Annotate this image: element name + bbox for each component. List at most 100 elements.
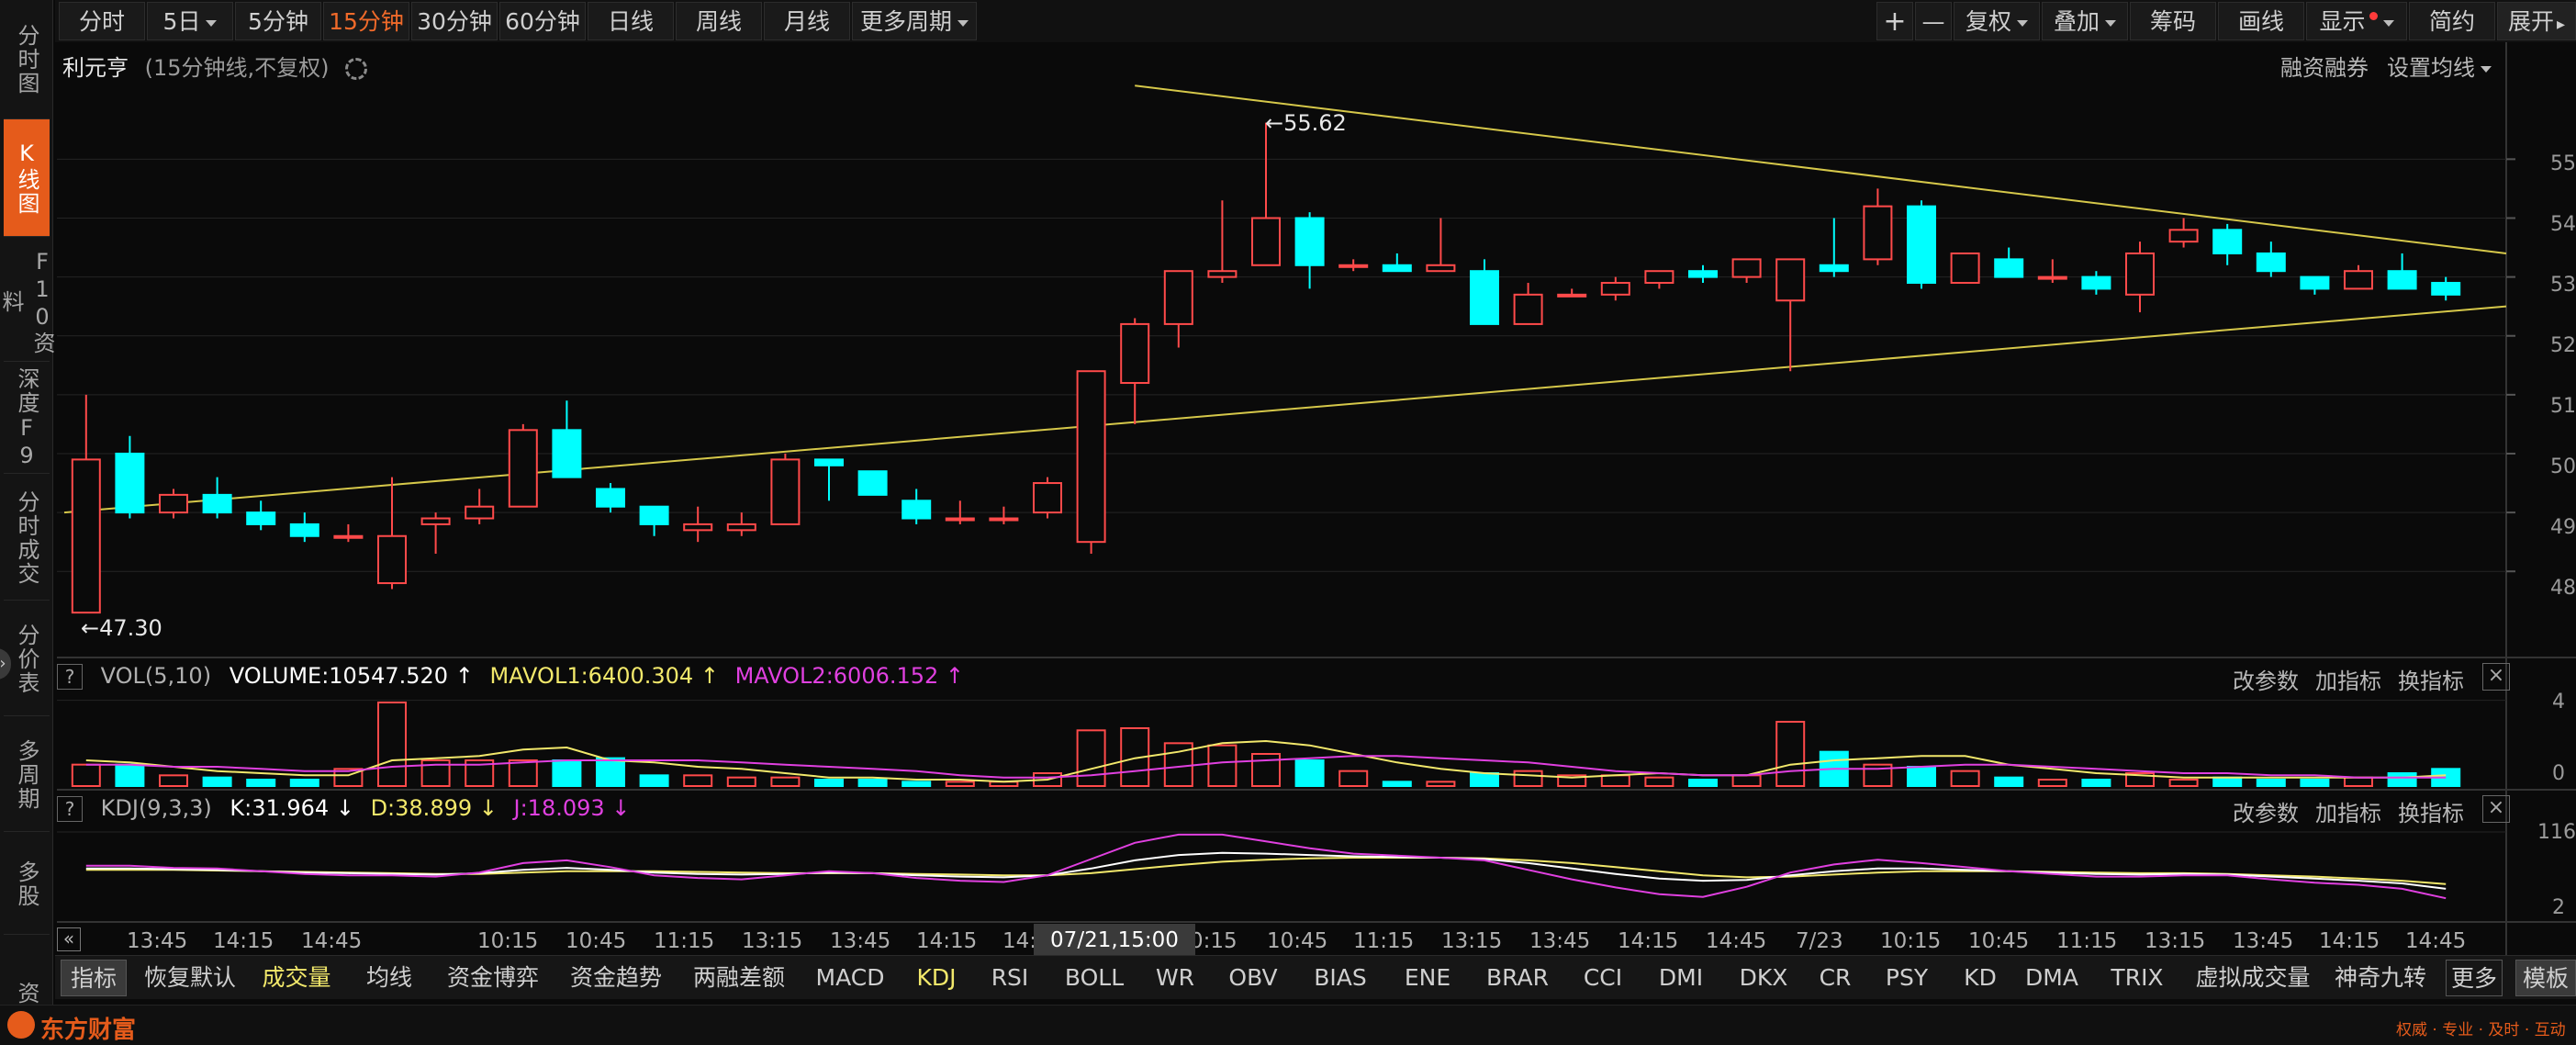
ind-magic-nine[interactable]: 神奇九转 — [2330, 960, 2431, 996]
ind-ene[interactable]: ENE — [1395, 960, 1460, 996]
time-label: 14:15 — [1618, 929, 1679, 953]
ind-psy[interactable]: PSY — [1875, 960, 1939, 996]
time-label: 7/23 — [1796, 929, 1843, 953]
volume-bar — [596, 757, 625, 788]
volume-axis-top: 4 — [2552, 691, 2565, 714]
ind-kd[interactable]: KD — [1957, 960, 2003, 996]
volume-add-indicator[interactable]: 加指标 — [2315, 663, 2381, 695]
candle-body — [2081, 275, 2111, 290]
mavol1-value: MAVOL1:6400.304 — [489, 663, 694, 689]
ind-cci[interactable]: CCI — [1575, 960, 1630, 996]
price-label-54: 54 — [2550, 213, 2576, 236]
kdj-change-params[interactable]: 改参数 — [2233, 795, 2299, 827]
ind-rsi[interactable]: RSI — [982, 960, 1037, 996]
volume-indicator-name: VOL(5,10) — [100, 663, 212, 689]
volume-bar — [289, 779, 319, 787]
ind-fund-game[interactable]: 资金博弈 — [442, 960, 543, 996]
app-window: 分时图 K线图 F10资料 深度F9 分时成交 分价表 多周期 多股 资 › 分… — [0, 0, 2576, 1045]
volume-change-params[interactable]: 改参数 — [2233, 663, 2299, 695]
candle-body — [2037, 275, 2067, 280]
candle-body — [465, 505, 495, 520]
volume-close-icon[interactable]: × — [2482, 663, 2510, 691]
candle-body — [333, 534, 364, 539]
volume-bar — [1207, 744, 1238, 788]
volume-bar — [2212, 776, 2243, 788]
candle-body — [2431, 282, 2461, 296]
ind-macd[interactable]: MACD — [813, 960, 887, 996]
volume-bar — [902, 781, 932, 787]
ind-indicator[interactable]: 指标 — [61, 960, 127, 996]
ind-trix[interactable]: TRIX — [2100, 960, 2174, 996]
volume-bar — [552, 759, 582, 787]
ind-restore-default[interactable]: 恢复默认 — [140, 960, 241, 996]
candle-body — [508, 429, 538, 508]
candle-body — [1207, 270, 1238, 278]
time-label: 13:45 — [127, 929, 188, 953]
candle-body — [202, 493, 232, 514]
ind-kdj[interactable]: KDJ — [909, 960, 964, 996]
volume-bar — [2300, 779, 2330, 787]
ind-cr[interactable]: CR — [1812, 960, 1858, 996]
volume-bar — [1338, 770, 1369, 788]
arrow-up-icon: ↑ — [448, 663, 474, 689]
price-label-51: 51 — [2550, 395, 2576, 418]
ind-volume[interactable]: 成交量 — [259, 960, 334, 996]
kdj-swap-indicator[interactable]: 换指标 — [2398, 795, 2464, 827]
ind-boll[interactable]: BOLL — [1058, 960, 1131, 996]
candle-body — [1120, 322, 1150, 385]
kline-chart[interactable] — [0, 0, 2576, 1045]
candle-body — [857, 470, 888, 496]
low-price-value: 47.30 — [99, 615, 162, 641]
ind-dma[interactable]: DMA — [2020, 960, 2084, 996]
time-label: 10:15 — [1880, 929, 1942, 953]
template-button[interactable]: 模板 — [2515, 960, 2576, 996]
candle-body — [1076, 370, 1106, 544]
ind-dkx[interactable]: DKX — [1731, 960, 1796, 996]
volume-bar — [159, 774, 188, 787]
time-label: 14:15 — [2319, 929, 2380, 953]
candle-body — [1470, 270, 1499, 325]
kdj-close-icon[interactable]: × — [2482, 795, 2510, 823]
candle-body — [2300, 275, 2330, 290]
ind-virtual-volume[interactable]: 虚拟成交量 — [2190, 960, 2315, 996]
ind-fund-trend[interactable]: 资金趋势 — [566, 960, 666, 996]
time-label: 14:45 — [1706, 929, 1767, 953]
ind-brar[interactable]: BRAR — [1476, 960, 1559, 996]
ind-margin-diff[interactable]: 两融差额 — [689, 960, 790, 996]
candle-body — [246, 511, 276, 525]
volume-bar — [945, 781, 975, 787]
volume-bar — [1382, 781, 1412, 787]
ind-wr[interactable]: WR — [1148, 960, 1203, 996]
time-label: 14:45 — [2405, 929, 2467, 953]
volume-help-button[interactable]: ? — [57, 664, 83, 690]
volume-bar — [2387, 772, 2417, 787]
ind-more-button[interactable]: 更多 — [2446, 960, 2503, 996]
ind-bias[interactable]: BIAS — [1304, 960, 1377, 996]
ind-ma[interactable]: 均线 — [362, 960, 417, 996]
candle-body — [596, 488, 625, 508]
time-label: 14:15 — [916, 929, 978, 953]
volume-bar — [770, 776, 801, 788]
ind-obv[interactable]: OBV — [1221, 960, 1285, 996]
brand-name: 东方财富 — [40, 1017, 137, 1044]
kdj-help-button[interactable]: ? — [57, 796, 83, 822]
candle-body — [2125, 252, 2155, 296]
candle-body — [115, 452, 145, 514]
arrow-up-icon: ↑ — [938, 663, 965, 689]
kdj-d-value: D:38.899 — [370, 795, 473, 821]
arrow-left-icon: ← — [81, 615, 100, 641]
brand-slogan: 权威 · 专业 · 及时 · 互动 — [2396, 1021, 2566, 1039]
arrow-left-icon: ← — [1265, 110, 1284, 136]
volume-bar — [726, 776, 756, 788]
time-label: 11:15 — [2056, 929, 2118, 953]
candle-body — [945, 517, 975, 522]
volume-bar — [2256, 779, 2286, 787]
volume-bar — [246, 779, 276, 787]
volume-bar — [2037, 779, 2067, 787]
price-label-52: 52 — [2550, 334, 2576, 357]
volume-swap-indicator[interactable]: 换指标 — [2398, 663, 2464, 695]
volume-bar — [202, 776, 232, 788]
kdj-axis-top: 116 — [2537, 821, 2576, 844]
ind-dmi[interactable]: DMI — [1649, 960, 1713, 996]
kdj-add-indicator[interactable]: 加指标 — [2315, 795, 2381, 827]
